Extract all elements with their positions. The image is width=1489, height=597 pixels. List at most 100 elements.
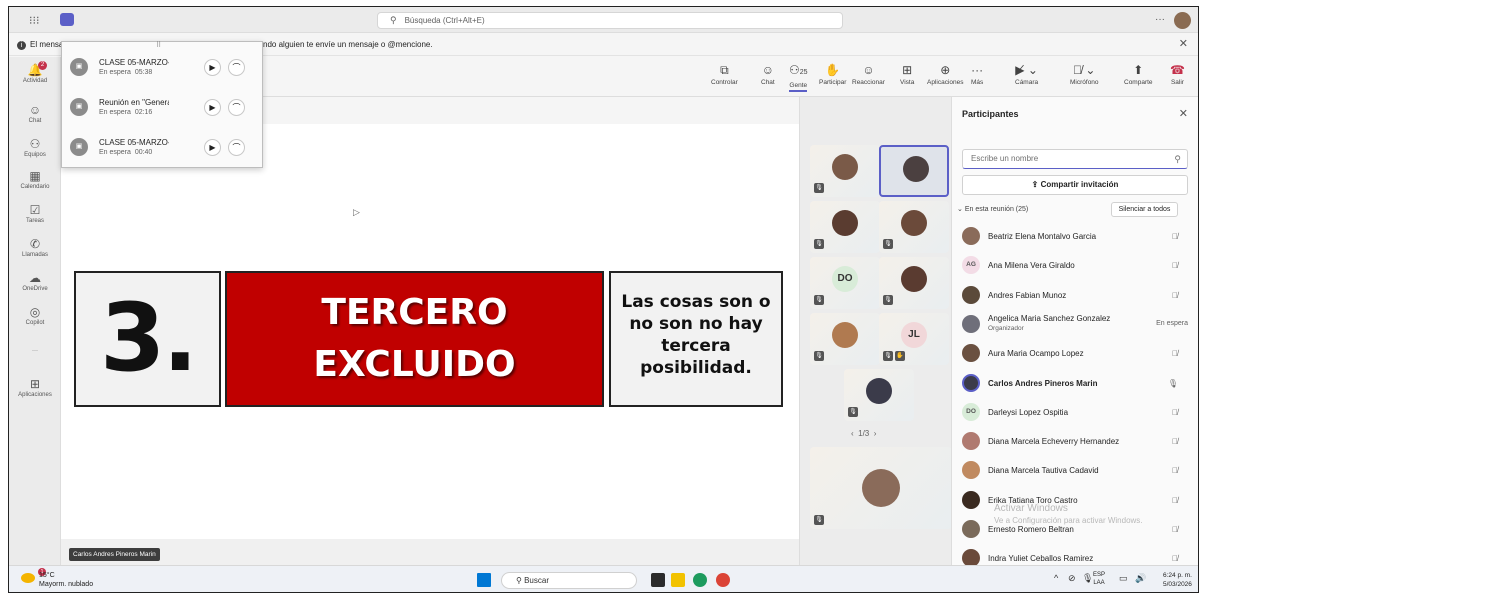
participant-row[interactable]: Ernesto Romero Beltran 🎙̸: [962, 517, 1192, 541]
held-call-item[interactable]: ▣CLASE 05-MARZO-2026En espera 05:38▶⌒: [62, 48, 262, 86]
rail-item-2[interactable]: ⚇ Equipos: [9, 137, 61, 158]
edge-icon[interactable]: [693, 573, 707, 587]
gallery-pager[interactable]: ‹ 1/3 ›: [851, 429, 876, 438]
avatar: [901, 210, 927, 236]
share-icon: ⇪: [1031, 180, 1041, 189]
mic-muted-icon: 🎙: [814, 239, 824, 249]
avatar: [962, 344, 980, 363]
status-text: En espera: [1156, 319, 1188, 327]
raise-hand-button[interactable]: ✋ Participar: [819, 63, 846, 86]
mic-button[interactable]: 🎙̸ ⌄ Micrófono: [1070, 63, 1099, 86]
language-indicator[interactable]: ESP LAA: [1093, 571, 1105, 587]
video-tile[interactable]: JL 🎙 ✋: [879, 313, 949, 365]
resume-call-button[interactable]: ▶: [204, 59, 221, 76]
mic-muted-icon: 🎙: [814, 515, 824, 525]
taskbar-clock[interactable]: 6:24 p. m. 5/03/2026: [1163, 571, 1192, 589]
video-tile[interactable]: 🎙: [879, 257, 949, 309]
video-tile[interactable]: 🎙: [810, 447, 952, 529]
share-button[interactable]: ⬆ Comparte: [1124, 63, 1153, 86]
participant-search-input[interactable]: Escribe un nombre ⚲: [962, 149, 1188, 169]
leave-button[interactable]: ☎ Salir: [1170, 63, 1185, 86]
participant-row[interactable]: AG Ana Milena Vera Giraldo 🎙̸: [962, 253, 1192, 277]
teams-logo-icon: [60, 13, 74, 26]
rail-item-0[interactable]: 🔔 Actividad 2: [9, 61, 61, 84]
people-button[interactable]: ⚇25 Gente: [789, 63, 808, 92]
hangup-call-button[interactable]: ⌒: [228, 59, 245, 76]
volume-icon[interactable]: 🔊: [1135, 573, 1146, 584]
prev-page-icon[interactable]: ‹: [851, 429, 854, 438]
participant-row[interactable]: Beatriz Elena Montalvo Garcia 🎙̸: [962, 224, 1192, 248]
title-bar: ⁝⁝⁝ ⚲ Búsqueda (Ctrl+Alt+E) ···: [9, 7, 1198, 33]
close-icon[interactable]: ✕: [1179, 34, 1188, 55]
participant-name: Erika Tatiana Toro Castro: [988, 495, 1078, 505]
taskbar-search-input[interactable]: ⚲ Buscar: [501, 572, 637, 589]
task-view-icon[interactable]: [651, 573, 665, 587]
tray-chevron-icon[interactable]: ^: [1054, 573, 1058, 583]
file-explorer-icon[interactable]: [671, 573, 685, 587]
app-rail: 🔔 Actividad 2 ☺ Chat ⚇ Equipos ▦ Calendario ☑ Tare…: [9, 57, 61, 565]
resume-call-button[interactable]: ▶: [204, 99, 221, 116]
resume-call-button[interactable]: ▶: [204, 139, 221, 156]
video-tile[interactable]: 🎙: [810, 145, 880, 197]
chrome-icon[interactable]: [716, 573, 730, 587]
video-tile[interactable]: 🎙: [810, 313, 880, 365]
call-title: Reunión en "General": [99, 98, 169, 107]
mic-muted-icon: 🎙: [814, 351, 824, 361]
more-options-icon[interactable]: ···: [1155, 14, 1165, 25]
mic-muted-icon: 🎙̸: [1172, 261, 1178, 271]
react-button[interactable]: ☺ Reaccionar: [852, 63, 885, 86]
display-icon[interactable]: ▭: [1119, 573, 1128, 584]
video-tile[interactable]: DO 🎙: [810, 257, 880, 309]
held-call-item[interactable]: ▣CLASE 05-MARZO-2026En espera 00:40▶⌒: [62, 128, 262, 166]
rail-item-1[interactable]: ☺ Chat: [9, 103, 61, 124]
rail-item-6[interactable]: ☁ OneDrive: [9, 271, 61, 292]
held-call-item[interactable]: ▣ Reunión en "General" En espera 02:16 ▶ ⌒: [62, 88, 262, 126]
participant-row[interactable]: Carlos Andres Pineros Marin 🎙: [962, 371, 1192, 395]
rail-item-4[interactable]: ☑ Tareas: [9, 203, 61, 224]
controlar-button[interactable]: ⧉ Controlar: [711, 63, 738, 86]
mute-all-button[interactable]: Silenciar a todos: [1111, 202, 1178, 217]
search-input[interactable]: ⚲ Búsqueda (Ctrl+Alt+E): [377, 12, 843, 29]
rail-item-8[interactable]: ···: [9, 347, 61, 354]
more-button[interactable]: ··· Más: [971, 63, 983, 86]
chat-button[interactable]: ☺ Chat: [761, 63, 775, 86]
video-tile[interactable]: 🎙: [810, 201, 880, 253]
rail-item-3[interactable]: ▦ Calendario: [9, 169, 61, 190]
rail-item-5[interactable]: ✆ Llamadas: [9, 237, 61, 258]
video-tile[interactable]: 🎙: [844, 369, 914, 421]
hangup-call-button[interactable]: ⌒: [228, 99, 245, 116]
participant-row[interactable]: Diana Marcela Tautiva Cadavid 🎙̸: [962, 458, 1192, 482]
rail-item-7[interactable]: ◎ Copilot: [9, 305, 61, 326]
participant-row[interactable]: Angelica Maria Sanchez Gonzalez Organizad…: [962, 312, 1192, 336]
search-icon: ⚲: [516, 576, 525, 585]
participant-row[interactable]: Diana Marcela Echeverry Hernandez 🎙̸: [962, 429, 1192, 453]
camera-button[interactable]: ▶̸ ⌄ Cámara: [1015, 63, 1038, 86]
next-page-icon[interactable]: ›: [874, 429, 877, 438]
participant-row[interactable]: Aura Maria Ocampo Lopez 🎙̸: [962, 341, 1192, 365]
apps-button[interactable]: ⊕ Aplicaciones: [927, 63, 964, 86]
mic-tray-icon[interactable]: 🎙: [1082, 573, 1093, 584]
copilot-icon: ◎: [29, 305, 41, 319]
rail-item-9[interactable]: ⊞ Aplicaciones: [9, 377, 61, 398]
avatar: [962, 314, 980, 333]
view-button[interactable]: ⊞ Vista: [900, 63, 914, 86]
avatar: [862, 469, 900, 507]
hangup-call-button[interactable]: ⌒: [228, 139, 245, 156]
network-icon[interactable]: ⊘: [1068, 573, 1076, 584]
avatar[interactable]: [1174, 12, 1191, 29]
participant-row[interactable]: DO Darleysi Lopez Ospitia 🎙̸: [962, 400, 1192, 424]
meeting-section-header[interactable]: ⌄ En esta reunión (25): [957, 205, 1028, 213]
participant-row[interactable]: Andres Fabian Munoz 🎙̸: [962, 283, 1192, 307]
video-tile[interactable]: [879, 145, 949, 197]
windows-start-icon[interactable]: [477, 573, 491, 587]
notification-badge: 2: [38, 61, 47, 70]
chat-icon: ☺: [28, 103, 42, 117]
app-launcher-icon[interactable]: ⁝⁝⁝: [29, 14, 40, 27]
video-tile[interactable]: 🎙: [879, 201, 949, 253]
participant-name: Carlos Andres Pineros Marin: [988, 378, 1098, 388]
participant-name: Indra Yuliet Ceballos Ramirez: [988, 554, 1094, 564]
close-icon[interactable]: ✕: [1179, 107, 1188, 120]
participant-name: Aura Maria Ocampo Lopez: [988, 349, 1084, 359]
participant-row[interactable]: Erika Tatiana Toro Castro 🎙̸: [962, 488, 1192, 512]
share-invite-button[interactable]: ⇪ Compartir invitación: [962, 175, 1188, 195]
